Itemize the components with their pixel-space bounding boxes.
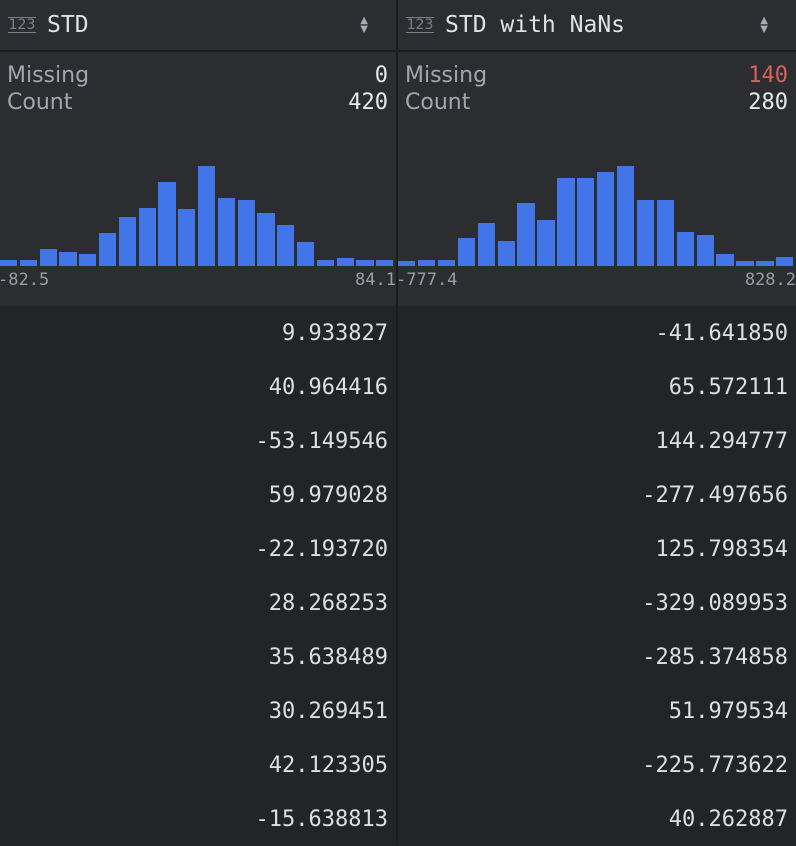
table-cell[interactable]: -15.638813 [0, 792, 396, 846]
histogram-bar [716, 253, 734, 266]
column-header[interactable]: 123 STD ▲ ▼ [0, 0, 396, 52]
count-value: 420 [348, 90, 388, 115]
histogram-bar [437, 259, 456, 266]
table-cell[interactable]: 51.979534 [398, 684, 796, 738]
column-std-with-nans: 123 STD with NaNs ▲ ▼ Missing 140 Count 2… [396, 0, 796, 846]
table-cell[interactable]: 125.798354 [398, 522, 796, 576]
histogram-bar [577, 178, 595, 266]
histogram-bar [237, 200, 255, 266]
histogram-min: -777.4 [396, 270, 458, 290]
column-cells: -41.641850 65.572111 144.294777 -277.497656… [398, 306, 796, 846]
missing-label: Missing [405, 63, 488, 88]
table-cell[interactable]: -277.497656 [398, 468, 796, 522]
column-header[interactable]: 123 STD with NaNs ▲ ▼ [398, 0, 796, 52]
table-cell[interactable]: 40.262887 [398, 792, 796, 846]
histogram-bar [776, 256, 794, 266]
histogram-max: 84.1 [355, 270, 396, 290]
histogram-bar [676, 231, 694, 266]
sort-icon[interactable]: ▲ ▼ [760, 16, 768, 35]
histogram-bar [417, 259, 436, 266]
table-cell[interactable]: -285.374858 [398, 630, 796, 684]
histogram-bar [79, 254, 97, 266]
numeric-type-icon: 123 [8, 17, 36, 33]
histogram-bar [59, 252, 77, 266]
histogram-bar [398, 260, 416, 266]
missing-label: Missing [7, 63, 90, 88]
histogram-bar [557, 178, 575, 266]
histogram [0, 160, 396, 266]
table-cell[interactable]: -41.641850 [398, 306, 796, 360]
count-label: Count [7, 90, 73, 115]
histogram-max: 828.2 [744, 270, 796, 290]
histogram-bar [356, 260, 374, 266]
histogram-bar [656, 200, 675, 266]
histogram-min: -82.5 [0, 270, 50, 290]
column-cells: 9.933827 40.964416 -53.149546 59.979028 -22.… [0, 306, 396, 846]
histogram-bar [497, 240, 515, 266]
column-title: STD [47, 12, 89, 38]
column-stats: Missing 0 Count 420 -82.5 84.1 [0, 52, 396, 306]
histogram-bar [316, 260, 335, 266]
histogram-bar [138, 208, 156, 266]
histogram [398, 160, 796, 266]
count-label: Count [405, 90, 471, 115]
histogram-bar [457, 237, 476, 266]
histogram-bar [217, 198, 236, 266]
missing-row: Missing 140 [398, 52, 796, 89]
histogram-bar [0, 260, 18, 266]
histogram-bar [537, 219, 555, 266]
histogram-bar [597, 172, 615, 266]
histogram-bar [277, 225, 295, 266]
histogram-bar [118, 217, 137, 266]
column-std: 123 STD ▲ ▼ Missing 0 Count 420 -82.5 84.… [0, 0, 396, 846]
table-cell[interactable]: 40.964416 [0, 360, 396, 414]
sort-icon[interactable]: ▲ ▼ [360, 16, 368, 35]
table-cell[interactable]: 65.572111 [398, 360, 796, 414]
count-row: Count 280 [398, 89, 796, 116]
column-title: STD with NaNs [445, 12, 626, 38]
histogram-bar [636, 200, 655, 266]
histogram-bar [616, 166, 635, 266]
table-cell[interactable]: 59.979028 [0, 468, 396, 522]
histogram-bar [19, 260, 38, 266]
count-row: Count 420 [0, 89, 396, 116]
histogram-bar [736, 260, 754, 266]
histogram-bar [39, 249, 57, 266]
histogram-bar [99, 233, 117, 266]
histogram-bar [756, 260, 774, 266]
missing-value: 140 [748, 63, 788, 88]
count-value: 280 [748, 90, 788, 115]
table-cell[interactable]: 30.269451 [0, 684, 396, 738]
table-cell[interactable]: 42.123305 [0, 738, 396, 792]
table-cell[interactable]: 28.268253 [0, 576, 396, 630]
histogram-bar [696, 234, 714, 266]
table-cell[interactable]: 9.933827 [0, 306, 396, 360]
histogram-bar [158, 182, 176, 266]
histogram-bar [257, 213, 275, 266]
table-cell[interactable]: 35.638489 [0, 630, 396, 684]
missing-row: Missing 0 [0, 52, 396, 89]
table-cell[interactable]: -225.773622 [398, 738, 796, 792]
histogram-bar [517, 203, 535, 266]
histogram-bar [178, 209, 196, 266]
histogram-bar [376, 260, 394, 266]
table-cell[interactable]: -329.089953 [398, 576, 796, 630]
table-cell[interactable]: 144.294777 [398, 414, 796, 468]
table-cell[interactable]: -22.193720 [0, 522, 396, 576]
column-stats: Missing 140 Count 280 -777.4 828.2 [396, 52, 796, 306]
histogram-bar [198, 166, 216, 266]
histogram-bar [477, 222, 495, 266]
numeric-type-icon: 123 [406, 17, 434, 33]
histogram-bar [336, 258, 354, 266]
table-cell[interactable]: -53.149546 [0, 414, 396, 468]
histogram-bar [297, 242, 315, 266]
missing-value: 0 [374, 63, 388, 88]
